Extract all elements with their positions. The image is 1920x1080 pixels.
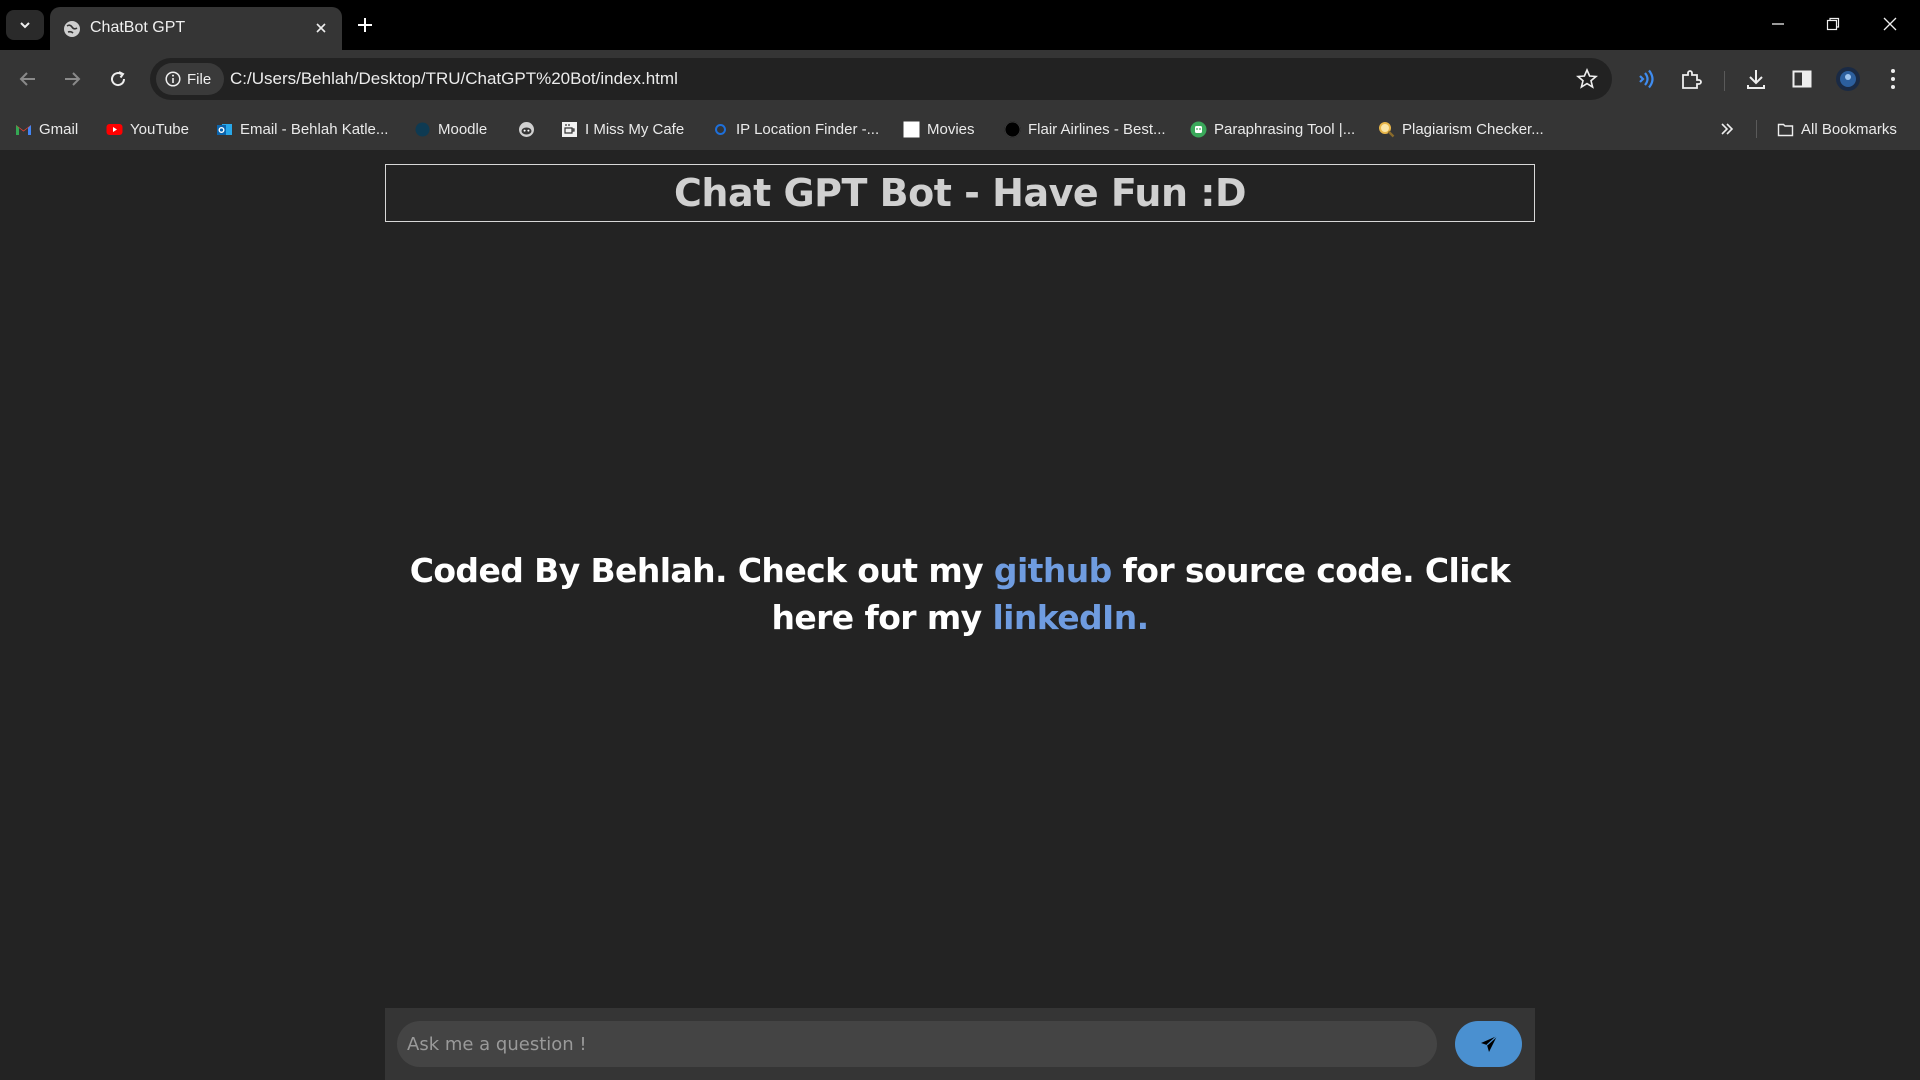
close-icon bbox=[1883, 17, 1897, 31]
bookmarks-bar: Gmail YouTube Email - Behlah Katle... Mo… bbox=[0, 108, 1920, 150]
back-button[interactable] bbox=[13, 64, 43, 94]
restore-button[interactable] bbox=[1813, 8, 1853, 40]
cafe-icon bbox=[562, 121, 577, 137]
folder-icon bbox=[1777, 123, 1794, 136]
page-viewport: Chat GPT Bot - Have Fun :D Coded By Behl… bbox=[0, 150, 1920, 1080]
menu-button[interactable] bbox=[1879, 65, 1907, 93]
gmail-icon bbox=[16, 124, 31, 135]
magnifier-icon bbox=[1379, 121, 1395, 137]
bookmark-label: YouTube bbox=[130, 120, 189, 138]
site-chip-label: File bbox=[187, 70, 212, 88]
credit-text-part1: Coded By Behlah. Check out my bbox=[409, 551, 994, 590]
tab-active[interactable]: ChatBot GPT bbox=[50, 7, 342, 50]
extensions-button[interactable] bbox=[1677, 65, 1705, 93]
bookmark-label: Email - Behlah Katle... bbox=[240, 120, 389, 138]
side-panel-button[interactable] bbox=[1788, 65, 1816, 93]
reload-icon bbox=[111, 71, 126, 87]
bookmark-cafe[interactable]: I Miss My Cafe bbox=[561, 117, 684, 141]
site-info-chip[interactable]: File bbox=[156, 63, 224, 95]
kebab-menu-icon bbox=[1891, 69, 1895, 89]
chat-composer bbox=[385, 1008, 1535, 1080]
send-icon bbox=[1480, 1035, 1497, 1052]
downloads-button[interactable] bbox=[1742, 65, 1770, 93]
ip-icon bbox=[715, 123, 726, 135]
all-bookmarks-button[interactable]: All Bookmarks bbox=[1777, 117, 1897, 141]
profile-button[interactable] bbox=[1834, 65, 1862, 93]
read-aloud-button[interactable] bbox=[1632, 65, 1660, 93]
close-icon bbox=[316, 23, 326, 33]
chevron-down-icon bbox=[20, 22, 30, 29]
github-link[interactable]: github bbox=[994, 551, 1112, 590]
read-aloud-icon bbox=[1639, 69, 1654, 89]
bookmark-label: Flair Airlines - Best... bbox=[1028, 120, 1166, 138]
bookmark-label: Movies bbox=[927, 120, 975, 138]
flair-icon bbox=[1004, 121, 1021, 137]
puzzle-icon bbox=[1682, 70, 1702, 89]
page-header: Chat GPT Bot - Have Fun :D bbox=[385, 164, 1535, 222]
bookmark-label: Gmail bbox=[39, 120, 79, 138]
minimize-button[interactable] bbox=[1758, 8, 1798, 40]
all-bookmarks-label: All Bookmarks bbox=[1801, 120, 1897, 138]
bookmark-moodle[interactable]: Moodle bbox=[414, 117, 487, 141]
address-bar[interactable]: File C:/Users/Behlah/Desktop/TRU/ChatGPT… bbox=[150, 58, 1612, 100]
linkedin-link[interactable]: linkedIn. bbox=[992, 598, 1149, 637]
bookmark-reddit[interactable] bbox=[518, 117, 535, 141]
bookmark-label: Plagiarism Checker... bbox=[1402, 120, 1544, 138]
bookmark-paraphrasing[interactable]: Paraphrasing Tool |... bbox=[1190, 117, 1355, 141]
bookmark-label: IP Location Finder -... bbox=[736, 120, 880, 138]
credit-text: Coded By Behlah. Check out my github for… bbox=[385, 547, 1535, 641]
download-icon bbox=[1747, 70, 1765, 89]
arrow-right-icon bbox=[65, 72, 81, 86]
arrow-left-icon bbox=[19, 72, 35, 86]
bookmark-label: I Miss My Cafe bbox=[585, 120, 685, 138]
page-title: Chat GPT Bot - Have Fun :D bbox=[674, 171, 1247, 215]
bookmark-plagiarism[interactable]: Plagiarism Checker... bbox=[1378, 117, 1544, 141]
side-panel-icon bbox=[1792, 70, 1812, 88]
bookmark-movies[interactable]: Movies bbox=[903, 117, 975, 141]
plus-icon bbox=[358, 18, 372, 32]
movies-icon bbox=[903, 121, 920, 137]
reddit-icon bbox=[519, 121, 534, 137]
bookmark-label: Moodle bbox=[438, 120, 488, 138]
chevron-double-right-icon bbox=[1721, 123, 1734, 135]
send-button[interactable] bbox=[1455, 1021, 1522, 1067]
reload-button[interactable] bbox=[103, 64, 133, 94]
question-input[interactable] bbox=[397, 1021, 1437, 1067]
tab-title: ChatBot GPT bbox=[90, 19, 186, 36]
bookmark-gmail[interactable]: Gmail bbox=[15, 117, 78, 141]
browser-toolbar: File C:/Users/Behlah/Desktop/TRU/ChatGPT… bbox=[0, 50, 1920, 108]
restore-icon bbox=[1826, 17, 1840, 31]
bookmark-flair[interactable]: Flair Airlines - Best... bbox=[1004, 117, 1166, 141]
toolbar-divider bbox=[1724, 71, 1725, 91]
avatar-icon bbox=[1836, 67, 1860, 91]
moodle-icon bbox=[415, 122, 430, 136]
globe-icon bbox=[64, 21, 80, 37]
bookmark-youtube[interactable]: YouTube bbox=[106, 117, 189, 141]
bookmark-star-icon[interactable] bbox=[1576, 68, 1598, 90]
paraphrasing-icon bbox=[1190, 121, 1207, 137]
tab-strip: ChatBot GPT bbox=[0, 0, 1920, 50]
minimize-icon bbox=[1772, 23, 1784, 25]
youtube-icon bbox=[106, 123, 123, 135]
bookmark-email[interactable]: Email - Behlah Katle... bbox=[216, 117, 388, 141]
bookmark-label: Paraphrasing Tool |... bbox=[1214, 120, 1356, 138]
new-tab-button[interactable] bbox=[352, 12, 378, 38]
outlook-icon bbox=[217, 123, 232, 135]
tab-close-button[interactable] bbox=[310, 17, 332, 39]
info-icon bbox=[165, 71, 181, 87]
bookmarks-divider bbox=[1756, 120, 1757, 138]
tab-search-button[interactable] bbox=[6, 10, 44, 40]
bookmark-ip-location[interactable]: IP Location Finder -... bbox=[712, 117, 879, 141]
bookmarks-overflow-button[interactable] bbox=[1715, 117, 1739, 141]
close-window-button[interactable] bbox=[1870, 8, 1910, 40]
url-text[interactable]: C:/Users/Behlah/Desktop/TRU/ChatGPT%20Bo… bbox=[230, 69, 678, 89]
forward-button[interactable] bbox=[57, 64, 87, 94]
